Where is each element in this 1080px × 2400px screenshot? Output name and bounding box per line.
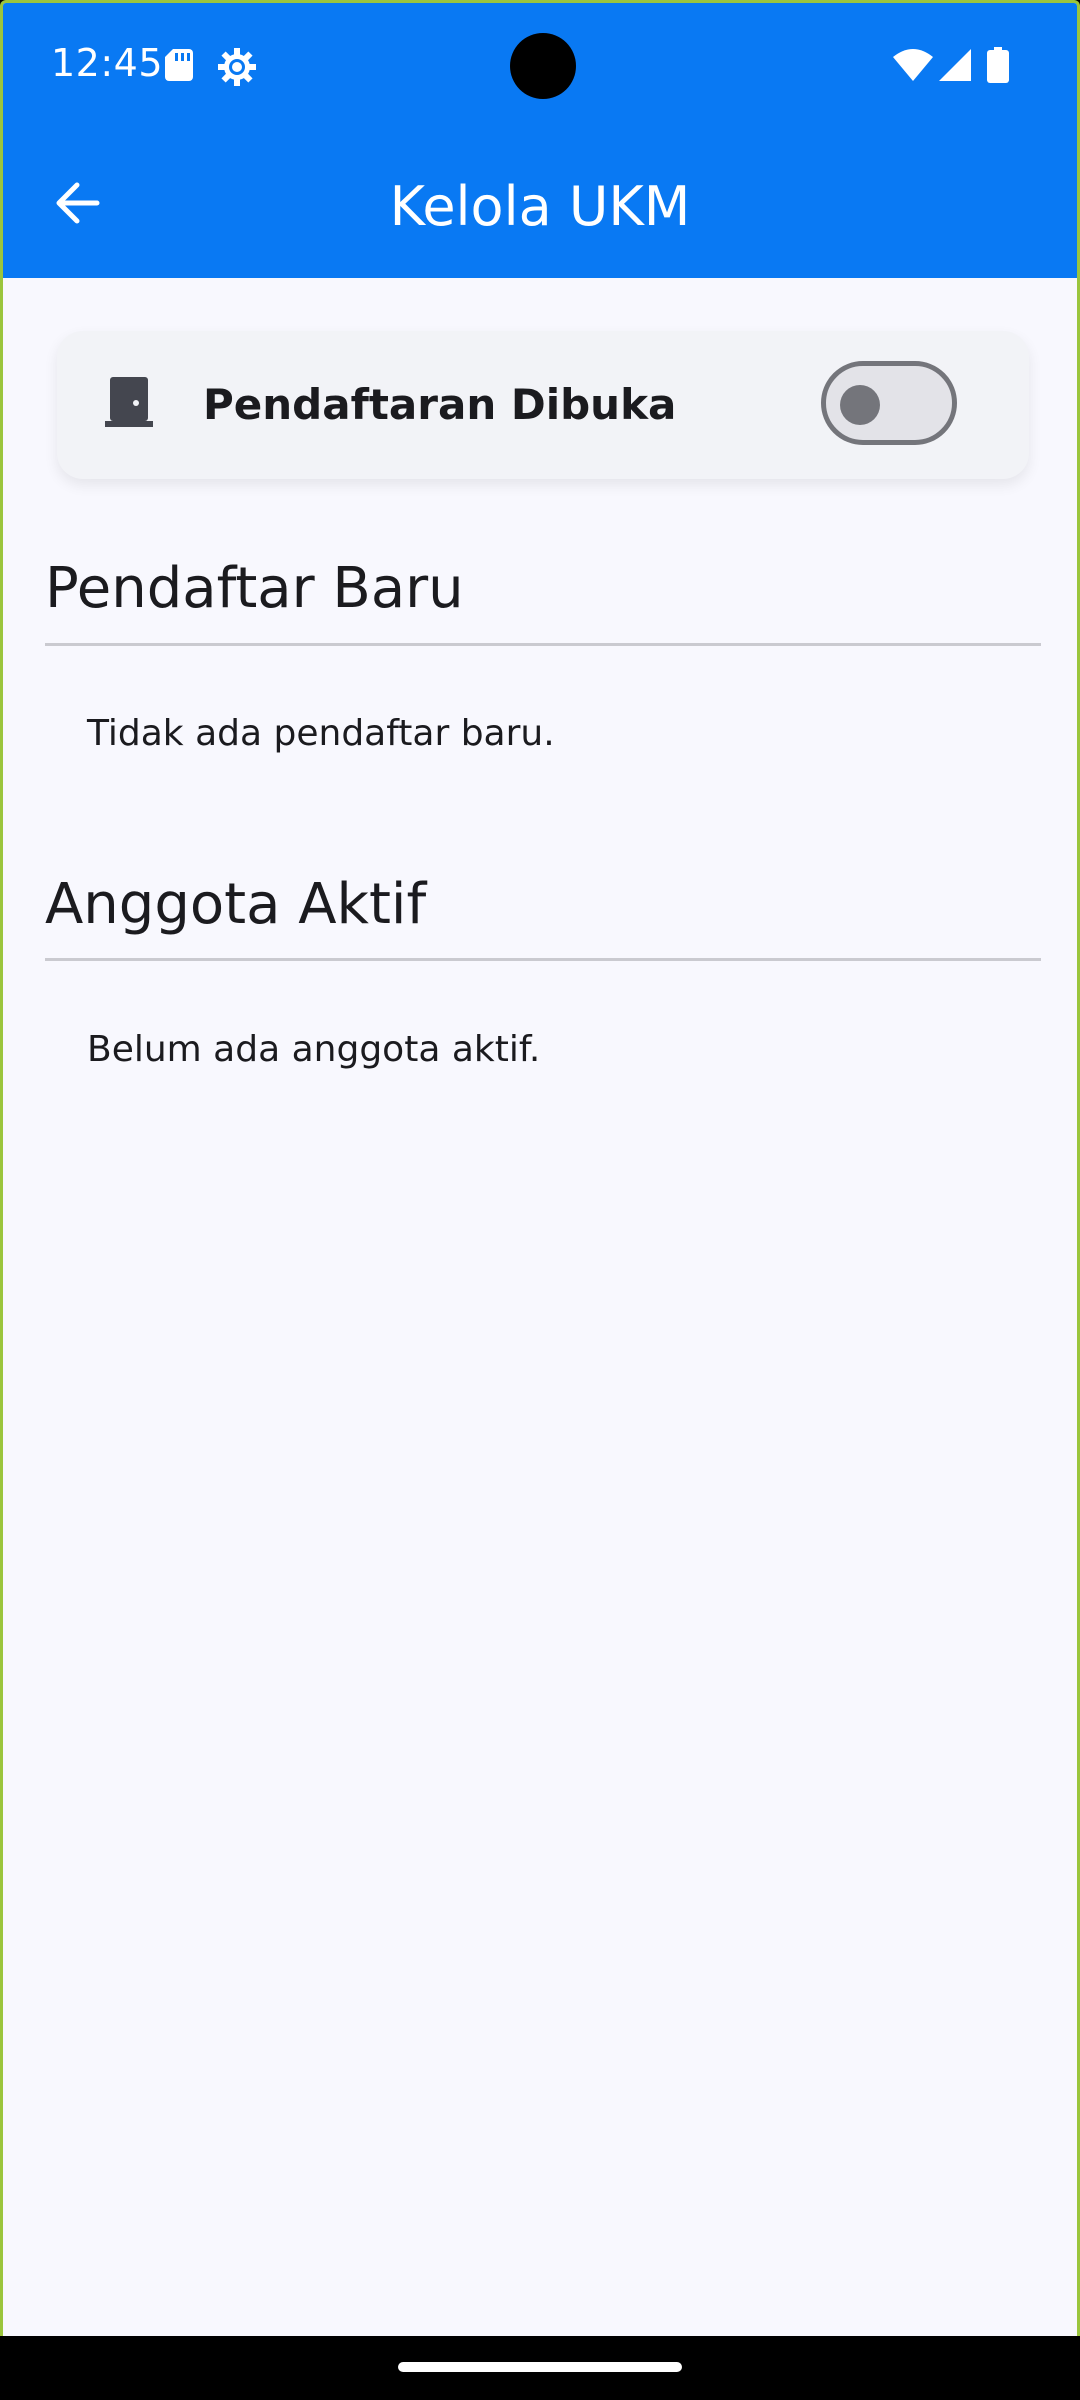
section-title-active-members: Anggota Aktif — [45, 872, 427, 937]
gear-icon — [217, 47, 257, 91]
battery-icon — [987, 47, 1009, 87]
empty-state-active-members: Belum ada anggota aktif. — [87, 1029, 541, 1070]
status-bar: 12:45 — [3, 3, 1077, 133]
registration-label: Pendaftaran Dibuka — [203, 380, 677, 429]
app-frame: 12:45 Kelola UKM Pendaftaran Dibuka Pend… — [0, 0, 1080, 2336]
status-time: 12:45 — [51, 41, 164, 85]
registration-toggle-card: Pendaftaran Dibuka — [57, 331, 1029, 479]
door-icon — [105, 377, 153, 431]
section-divider — [45, 958, 1041, 961]
registration-toggle[interactable] — [821, 361, 957, 445]
section-title-new-registrants: Pendaftar Baru — [45, 556, 464, 621]
front-camera — [510, 33, 576, 99]
home-indicator[interactable] — [398, 2362, 682, 2372]
wifi-icon — [893, 49, 933, 85]
sd-card-icon — [165, 49, 193, 85]
empty-state-new-registrants: Tidak ada pendaftar baru. — [87, 713, 555, 754]
toggle-knob — [840, 385, 880, 425]
section-divider — [45, 643, 1041, 646]
page-title: Kelola UKM — [389, 175, 691, 238]
signal-icon — [939, 49, 971, 85]
app-bar: 12:45 Kelola UKM — [3, 3, 1077, 278]
